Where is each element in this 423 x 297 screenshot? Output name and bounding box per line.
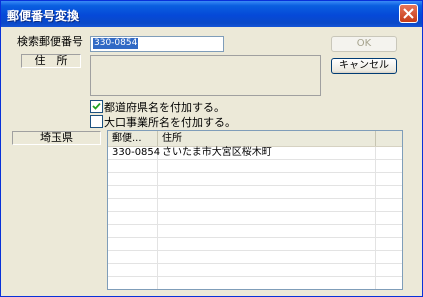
postal-code-dialog: 郵便番号変換 検索郵便番号 住 所 330-0854 OK キャンセル 都道府県… [0, 0, 423, 297]
prefecture-label: 埼玉県 [12, 131, 101, 145]
column-header-zip[interactable]: 郵便... [108, 131, 158, 146]
address-label: 住 所 [21, 54, 81, 68]
add-business-label: 大口事業所名を付加する。 [104, 116, 236, 129]
address-list[interactable]: 郵便... 住所 330-0854 さいたま市大宮区桜木町 [107, 130, 403, 290]
column-header-address[interactable]: 住所 [158, 131, 376, 146]
close-button[interactable] [399, 4, 418, 23]
zip-code-input[interactable]: 330-0854 [90, 36, 224, 52]
list-header: 郵便... 住所 [108, 131, 402, 147]
add-business-checkbox[interactable] [90, 115, 103, 128]
close-icon [403, 8, 414, 19]
ok-button[interactable]: OK [331, 36, 397, 52]
title-bar[interactable]: 郵便番号変換 [1, 1, 422, 27]
add-prefecture-label: 都道府県名を付加する。 [104, 101, 225, 114]
list-item[interactable]: 330-0854 さいたま市大宮区桜木町 [108, 147, 402, 160]
add-prefecture-checkbox[interactable] [90, 100, 103, 113]
list-item-zip: 330-0854 [112, 147, 161, 158]
cancel-button[interactable]: キャンセル [331, 58, 397, 74]
window-title: 郵便番号変換 [7, 9, 80, 23]
address-display-box [90, 55, 321, 96]
checkmark-icon [92, 102, 101, 110]
zip-code-value: 330-0854 [93, 38, 139, 49]
zip-label: 検索郵便番号 [17, 35, 83, 49]
list-item-address: さいたま市大宮区桜木町 [162, 147, 272, 158]
list-rows: 330-0854 さいたま市大宮区桜木町 [108, 147, 402, 289]
